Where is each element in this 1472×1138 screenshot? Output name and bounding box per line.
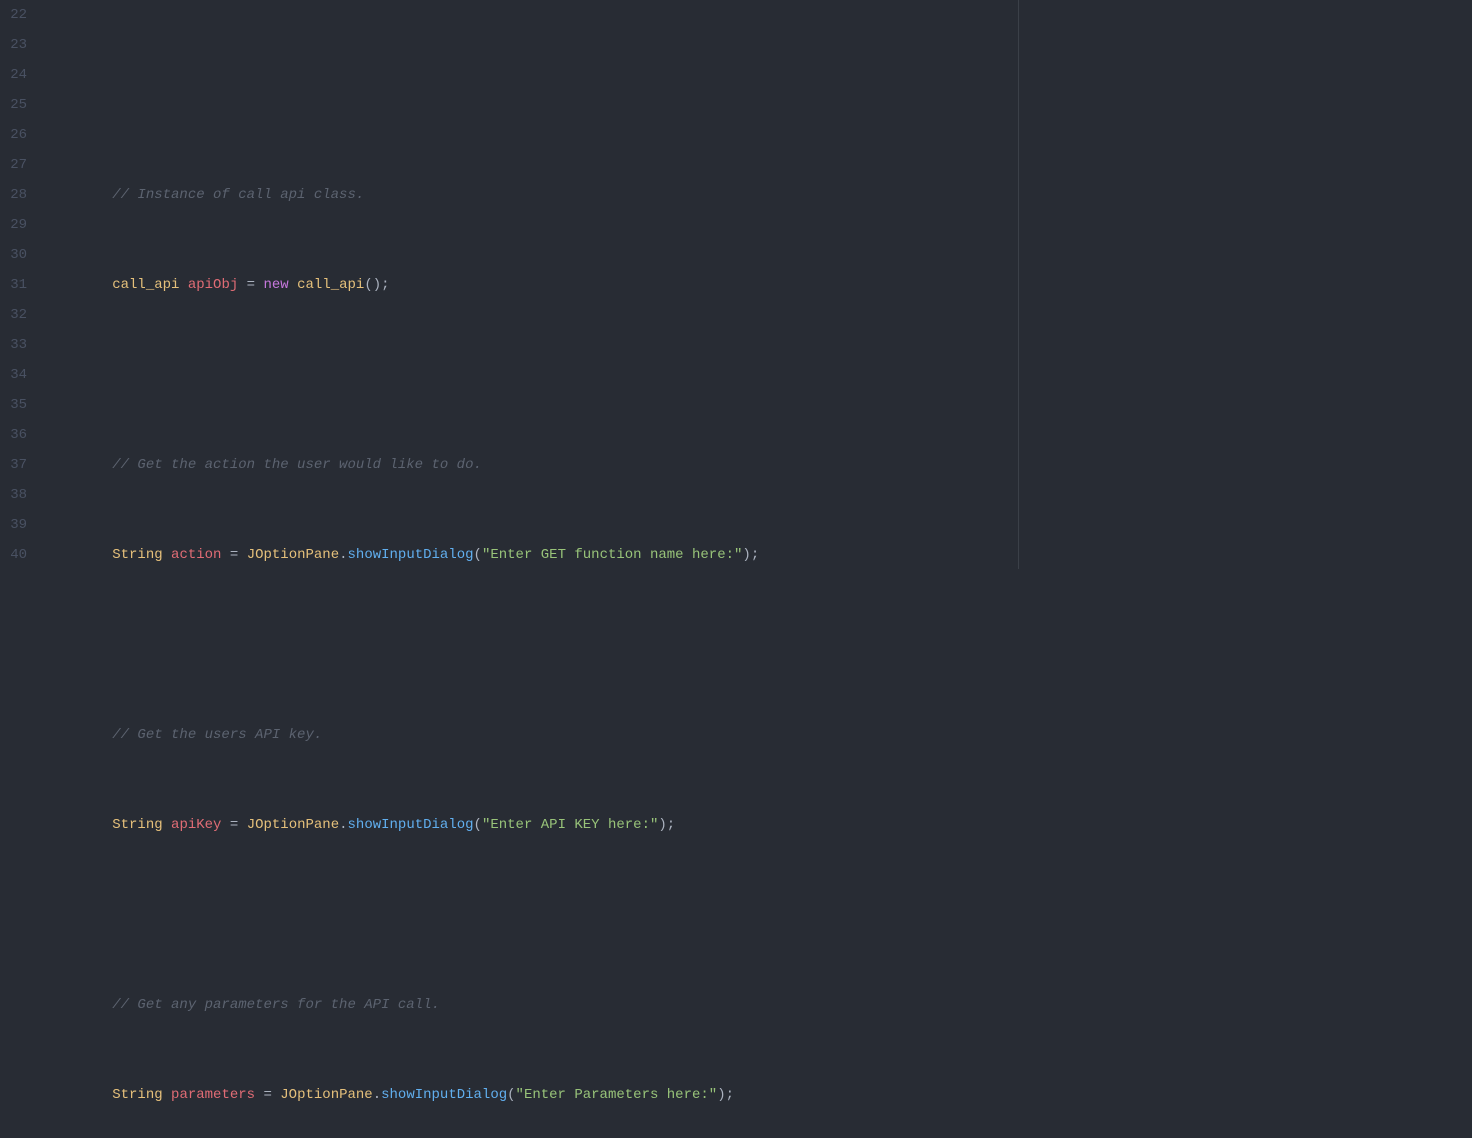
line-number: 25	[0, 90, 27, 120]
line-number: 27	[0, 150, 27, 180]
code-line[interactable]	[45, 90, 1472, 120]
code-line[interactable]: // Instance of call api class.	[45, 180, 1472, 210]
line-number: 28	[0, 180, 27, 210]
string-token: "Enter GET function name here:"	[482, 547, 742, 563]
line-number: 37	[0, 450, 27, 480]
type-token: String	[112, 547, 162, 563]
line-number: 38	[0, 480, 27, 510]
code-line[interactable]	[45, 360, 1472, 390]
type-token: call_api	[112, 277, 179, 293]
class-token: JOptionPane	[280, 1087, 372, 1103]
line-number: 40	[0, 540, 27, 570]
code-line[interactable]: // Get the action the user would like to…	[45, 450, 1472, 480]
line-number: 22	[0, 0, 27, 30]
string-token: "Enter API KEY here:"	[482, 817, 658, 833]
code-line[interactable]: String parameters = JOptionPane.showInpu…	[45, 1080, 1472, 1110]
comment: // Get the users API key.	[112, 727, 322, 743]
comment: // Get any parameters for the API call.	[112, 997, 440, 1013]
code-line[interactable]: call_api apiObj = new call_api();	[45, 270, 1472, 300]
code-line[interactable]: // Get the users API key.	[45, 720, 1472, 750]
keyword-token: new	[263, 277, 288, 293]
line-number: 29	[0, 210, 27, 240]
line-number-gutter: 22 23 24 25 26 27 28 29 30 31 32 33 34 3…	[0, 0, 45, 569]
code-line[interactable]	[45, 630, 1472, 660]
type-token: String	[112, 1087, 162, 1103]
comment: // Instance of call api class.	[112, 187, 364, 203]
string-token: "Enter Parameters here:"	[516, 1087, 718, 1103]
line-number: 39	[0, 510, 27, 540]
comment: // Get the action the user would like to…	[112, 457, 482, 473]
line-number: 26	[0, 120, 27, 150]
code-line[interactable]: String apiKey = JOptionPane.showInputDia…	[45, 810, 1472, 840]
method-token: showInputDialog	[381, 1087, 507, 1103]
line-number: 33	[0, 330, 27, 360]
line-number: 34	[0, 360, 27, 390]
class-token: call_api	[297, 277, 364, 293]
type-token: String	[112, 817, 162, 833]
variable-token: parameters	[171, 1087, 255, 1103]
method-token: showInputDialog	[348, 817, 474, 833]
line-number: 32	[0, 300, 27, 330]
line-number: 31	[0, 270, 27, 300]
code-line[interactable]	[45, 900, 1472, 930]
code-line[interactable]: String action = JOptionPane.showInputDia…	[45, 540, 1472, 570]
class-token: JOptionPane	[247, 547, 339, 563]
line-number: 35	[0, 390, 27, 420]
code-area[interactable]: // Instance of call api class. call_api …	[45, 0, 1472, 569]
variable-token: apiObj	[188, 277, 238, 293]
line-number: 30	[0, 240, 27, 270]
line-number: 23	[0, 30, 27, 60]
class-token: JOptionPane	[247, 817, 339, 833]
variable-token: apiKey	[171, 817, 221, 833]
variable-token: action	[171, 547, 221, 563]
code-line[interactable]: // Get any parameters for the API call.	[45, 990, 1472, 1020]
method-token: showInputDialog	[348, 547, 474, 563]
line-number: 36	[0, 420, 27, 450]
line-number: 24	[0, 60, 27, 90]
code-editor[interactable]: 22 23 24 25 26 27 28 29 30 31 32 33 34 3…	[0, 0, 1472, 569]
